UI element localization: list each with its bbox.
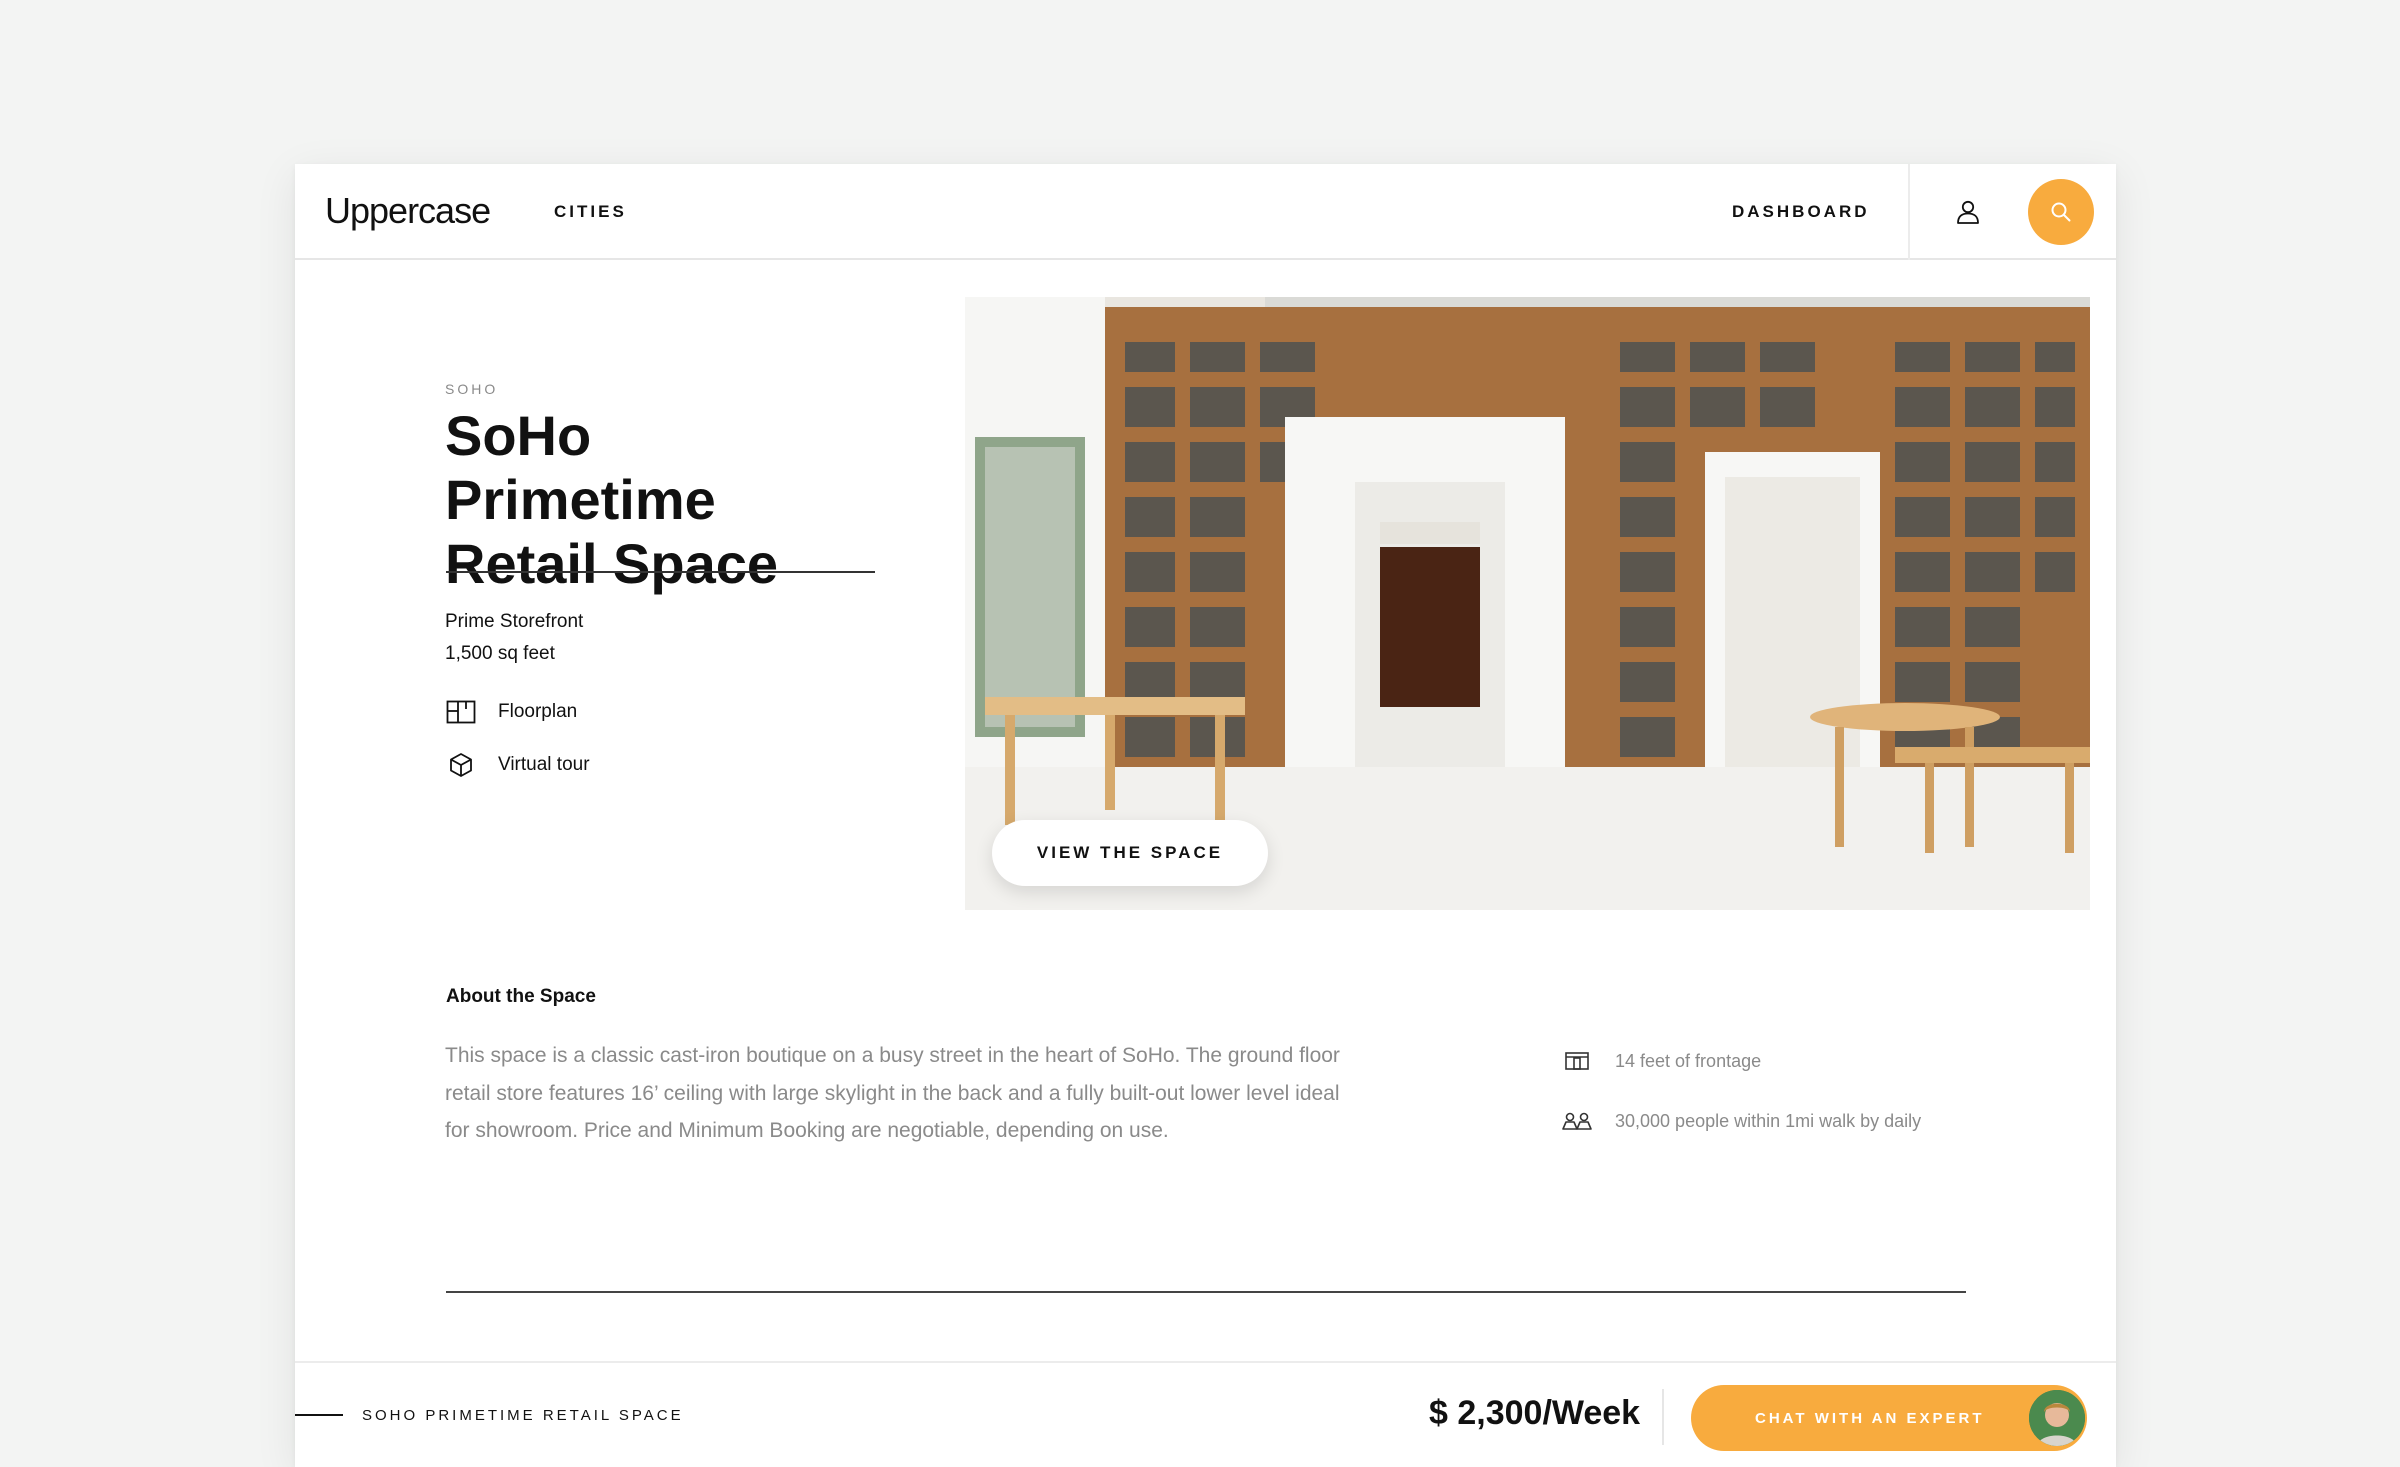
price-label: $ 2,300/Week xyxy=(1429,1394,1641,1432)
search-button[interactable] xyxy=(2028,179,2094,245)
booking-bar: SOHO PRIMETIME RETAIL SPACE $ 2,300/Week… xyxy=(295,1361,2116,1467)
virtual-tour-link[interactable]: Virtual tour xyxy=(446,750,590,780)
content-divider xyxy=(446,1291,1966,1293)
booking-bar-title: SOHO PRIMETIME RETAIL SPACE xyxy=(362,1407,684,1424)
top-navigation: Uppercase CITIES DASHBOARD xyxy=(295,164,2116,260)
chat-with-expert-button[interactable]: CHAT WITH AN EXPERT xyxy=(1691,1385,2087,1451)
cube-icon xyxy=(446,750,476,780)
nav-divider xyxy=(1908,164,1910,260)
people-icon xyxy=(1560,1109,1594,1133)
stat-foot-traffic: 30,000 people within 1mi walk by daily xyxy=(1560,1109,1921,1133)
about-description: This space is a classic cast-iron boutiq… xyxy=(445,1044,1340,1142)
storefront-icon xyxy=(1560,1049,1594,1073)
user-account-button[interactable] xyxy=(1950,194,1986,230)
avatar[interactable] xyxy=(2029,1390,2085,1446)
app-window: Uppercase CITIES DASHBOARD SOHO SoHo Pri… xyxy=(295,164,2116,1467)
virtual-tour-label: Virtual tour xyxy=(498,754,590,775)
nav-cities-link[interactable]: CITIES xyxy=(554,202,627,222)
booking-bar-dash xyxy=(295,1414,343,1416)
floorplan-icon xyxy=(446,697,476,727)
about-heading: About the Space xyxy=(446,986,596,1007)
neighborhood-label: SOHO xyxy=(445,381,499,397)
view-space-button[interactable]: VIEW THE SPACE xyxy=(992,820,1268,886)
listing-photo[interactable] xyxy=(965,297,2090,910)
space-type: Prime Storefront xyxy=(445,611,584,632)
title-divider xyxy=(446,571,875,573)
stat-frontage: 14 feet of frontage xyxy=(1560,1049,1761,1073)
search-icon xyxy=(2051,202,2071,222)
listing-meta: Prime Storefront 1,500 sq feet xyxy=(445,606,583,670)
listing-title: SoHo Primetime Retail Space xyxy=(445,404,779,595)
stat-foot-traffic-label: 30,000 people within 1mi walk by daily xyxy=(1615,1110,1922,1131)
floorplan-link[interactable]: Floorplan xyxy=(446,697,577,727)
user-icon xyxy=(1957,200,1979,224)
stat-frontage-label: 14 feet of frontage xyxy=(1615,1050,1762,1071)
logo[interactable]: Uppercase xyxy=(325,190,491,232)
booking-bar-divider xyxy=(1662,1389,1664,1445)
space-size: 1,500 sq feet xyxy=(445,643,555,664)
floorplan-label: Floorplan xyxy=(498,701,578,722)
nav-dashboard-link[interactable]: DASHBOARD xyxy=(1732,202,1870,222)
